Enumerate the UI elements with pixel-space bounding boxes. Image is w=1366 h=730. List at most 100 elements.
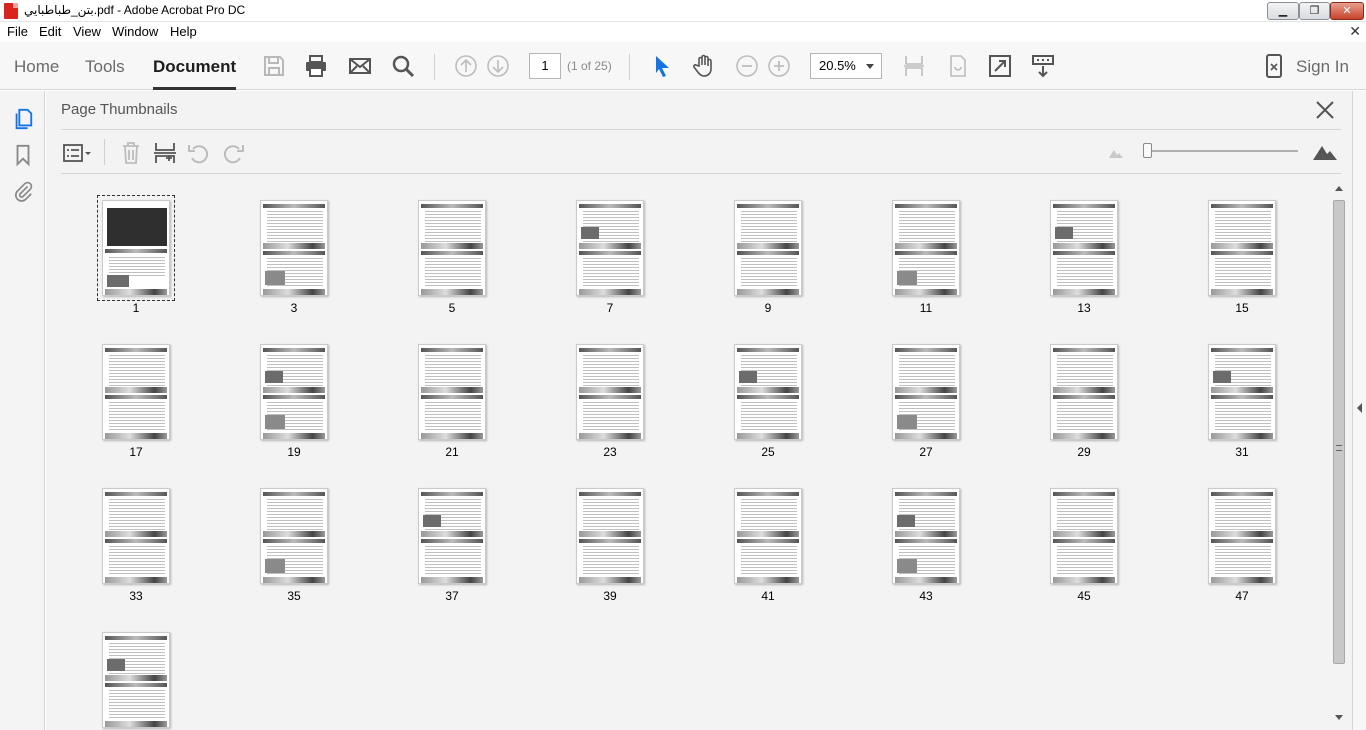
search-icon[interactable] xyxy=(391,54,415,78)
thumbnail-size-slider-handle[interactable] xyxy=(1143,143,1152,158)
scroll-up-arrow[interactable] xyxy=(1335,186,1343,191)
page-thumbnail[interactable]: 1 xyxy=(96,187,176,317)
page-thumbnail[interactable]: 39 xyxy=(570,475,650,605)
page-fit-icon[interactable] xyxy=(902,54,926,78)
maximize-button[interactable]: ❐ xyxy=(1299,2,1330,20)
page-header-band xyxy=(421,204,483,208)
close-document-button[interactable]: ✕ xyxy=(1349,23,1361,40)
thumbnail-size-slider-track[interactable] xyxy=(1144,150,1298,152)
page-thumbnail-image[interactable] xyxy=(418,488,486,584)
print-icon[interactable] xyxy=(304,54,328,78)
bookmark-icon[interactable] xyxy=(12,143,34,167)
page-thumbnail-image[interactable] xyxy=(418,344,486,440)
vertical-scrollbar[interactable] xyxy=(1331,184,1347,724)
page-thumbnail[interactable]: 11 xyxy=(886,187,966,317)
page-thumbnail-image[interactable] xyxy=(260,488,328,584)
menu-file[interactable]: File xyxy=(7,24,28,39)
pointer-icon[interactable] xyxy=(650,54,674,78)
menu-edit[interactable]: Edit xyxy=(39,24,61,39)
page-thumbnail[interactable]: 45 xyxy=(1044,475,1124,605)
plus-circle-icon[interactable] xyxy=(767,54,791,78)
page-thumbnail[interactable]: 37 xyxy=(412,475,492,605)
page-thumbnail-image[interactable] xyxy=(1208,200,1276,296)
zoom-level-select[interactable]: 20.5% xyxy=(810,53,882,79)
rotate-page-icon[interactable] xyxy=(946,54,970,78)
page-thumbnail[interactable] xyxy=(96,619,176,730)
page-thumbnail-image[interactable] xyxy=(576,488,644,584)
page-thumbnail[interactable]: 23 xyxy=(570,331,650,461)
rotate-counterclockwise-icon[interactable] xyxy=(187,141,211,165)
page-thumbnail-image[interactable] xyxy=(576,344,644,440)
page-thumbnail[interactable]: 27 xyxy=(886,331,966,461)
page-thumbnail[interactable]: 33 xyxy=(96,475,176,605)
menu-view[interactable]: View xyxy=(73,24,101,39)
page-thumbnail[interactable]: 5 xyxy=(412,187,492,317)
save-icon[interactable] xyxy=(262,54,286,78)
email-icon[interactable] xyxy=(348,54,372,78)
attachment-icon[interactable] xyxy=(12,179,34,203)
arrow-down-circle-icon[interactable] xyxy=(486,54,510,78)
page-thumbnail-image[interactable] xyxy=(734,344,802,440)
scroll-mode-icon[interactable] xyxy=(1031,54,1055,78)
page-thumbnail-image[interactable] xyxy=(1050,488,1118,584)
page-thumbnail-image[interactable] xyxy=(892,344,960,440)
menu-help[interactable]: Help xyxy=(170,24,197,39)
page-thumbnail-image[interactable] xyxy=(97,195,175,301)
page-thumbnail[interactable]: 29 xyxy=(1044,331,1124,461)
page-thumbnail-image[interactable] xyxy=(734,200,802,296)
scrollbar-thumb[interactable] xyxy=(1333,200,1345,664)
page-number-input[interactable]: 1 xyxy=(529,53,561,79)
arrow-up-circle-icon[interactable] xyxy=(454,54,478,78)
scroll-down-arrow[interactable] xyxy=(1335,715,1343,720)
page-thumbnail[interactable]: 21 xyxy=(412,331,492,461)
page-thumbnail-image[interactable] xyxy=(734,488,802,584)
tab-home[interactable]: Home xyxy=(14,57,59,77)
page-thumbnail[interactable]: 9 xyxy=(728,187,808,317)
insert-page-icon[interactable] xyxy=(153,141,177,165)
page-thumbnail-image[interactable] xyxy=(102,344,170,440)
menu-window[interactable]: Window xyxy=(112,24,158,39)
page-thumbnail-image[interactable] xyxy=(576,200,644,296)
page-thumbnail-image[interactable] xyxy=(102,632,170,728)
page-thumbnail-image[interactable] xyxy=(1050,200,1118,296)
page-thumbnail[interactable]: 25 xyxy=(728,331,808,461)
right-pane-toggle[interactable] xyxy=(1352,91,1366,730)
large-thumbnail-icon[interactable] xyxy=(1312,141,1338,161)
delete-page-icon[interactable] xyxy=(119,141,143,165)
minus-circle-icon[interactable] xyxy=(735,54,759,78)
minimize-button[interactable]: ▁ xyxy=(1267,2,1299,20)
page-thumbnails-icon[interactable] xyxy=(12,107,34,131)
page-thumbnail-image[interactable] xyxy=(418,200,486,296)
full-screen-icon[interactable] xyxy=(988,54,1012,78)
page-footer-band xyxy=(263,387,325,393)
page-thumbnail-image[interactable] xyxy=(892,488,960,584)
page-thumbnail[interactable]: 17 xyxy=(96,331,176,461)
page-thumbnail-image[interactable] xyxy=(1208,488,1276,584)
tab-document[interactable]: Document xyxy=(153,57,237,90)
page-thumbnail[interactable]: 35 xyxy=(254,475,334,605)
sign-in-link[interactable]: Sign In xyxy=(1296,57,1349,77)
mobile-device-icon[interactable] xyxy=(1262,54,1286,78)
page-thumbnail[interactable]: 31 xyxy=(1202,331,1282,461)
close-window-button[interactable]: ✕ xyxy=(1330,2,1364,20)
page-thumbnail-image[interactable] xyxy=(260,200,328,296)
page-thumbnail-image[interactable] xyxy=(102,488,170,584)
rotate-clockwise-icon[interactable] xyxy=(221,141,245,165)
page-thumbnail-image[interactable] xyxy=(1050,344,1118,440)
hand-icon[interactable] xyxy=(692,54,716,78)
page-thumbnail-image[interactable] xyxy=(1208,344,1276,440)
page-thumbnail[interactable]: 19 xyxy=(254,331,334,461)
page-thumbnail[interactable]: 13 xyxy=(1044,187,1124,317)
small-thumbnail-icon[interactable] xyxy=(1108,147,1124,159)
options-menu-icon[interactable] xyxy=(62,141,94,165)
page-thumbnail[interactable]: 15 xyxy=(1202,187,1282,317)
page-thumbnail[interactable]: 3 xyxy=(254,187,334,317)
close-icon[interactable] xyxy=(1314,99,1336,121)
page-thumbnail[interactable]: 43 xyxy=(886,475,966,605)
page-thumbnail[interactable]: 47 xyxy=(1202,475,1282,605)
page-thumbnail-image[interactable] xyxy=(260,344,328,440)
page-thumbnail-image[interactable] xyxy=(892,200,960,296)
page-thumbnail[interactable]: 41 xyxy=(728,475,808,605)
page-thumbnail[interactable]: 7 xyxy=(570,187,650,317)
tab-tools[interactable]: Tools xyxy=(85,57,125,77)
